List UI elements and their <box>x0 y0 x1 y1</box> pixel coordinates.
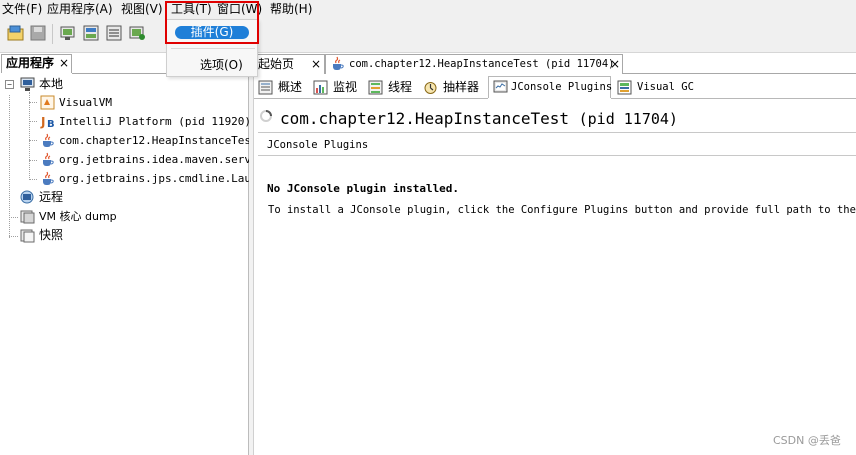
tree-label-intellij: IntelliJ Platform (pid 11920) <box>59 115 252 128</box>
tab-visual-gc[interactable]: Visual GC <box>617 78 697 97</box>
tree-label-remote: 远程 <box>39 190 64 204</box>
loading-spinner-icon <box>259 109 273 123</box>
monitor-chart-icon <box>313 80 328 95</box>
tab-visual-gc-label: Visual GC <box>637 81 694 93</box>
menu-help[interactable]: 帮助(H) <box>270 2 312 17</box>
tab-jconsole-plugins[interactable]: JConsole Plugins <box>488 76 613 98</box>
tree-node-core-dump[interactable]: VM 核心 dump <box>0 208 249 225</box>
java-cup-icon <box>40 171 55 186</box>
subtab-underline <box>254 98 488 99</box>
plugins-section-header: JConsole Plugins <box>258 132 856 156</box>
tree-label-visualvm: VisualVM <box>59 96 112 109</box>
heap-dump-icon[interactable] <box>82 24 100 42</box>
jconsole-icon <box>493 80 508 95</box>
install-instructions: To install a JConsole plugin, click the … <box>268 204 856 216</box>
tree-label-heapinstancetest: com.chapter12.HeapInstanceTest <box>59 134 258 147</box>
tab-threads[interactable]: 线程 <box>368 78 418 97</box>
tab-start-page[interactable]: 起始页 × <box>254 54 325 74</box>
view-tabs: 概述 监视 线程 抽样器 JConsole Plugins Visual GC <box>254 75 856 99</box>
tab-heapinstancetest[interactable]: com.chapter12.HeapInstanceTest (pid 1170… <box>325 54 623 74</box>
tree-label-local: 本地 <box>39 77 64 91</box>
menu-view[interactable]: 视图(V) <box>121 2 163 17</box>
tree-label-jps-launcher: org.jetbrains.jps.cmdline.Launcl <box>59 172 271 185</box>
tab-applications[interactable]: 应用程序 × <box>1 54 72 73</box>
thread-dump-icon[interactable] <box>105 24 123 42</box>
menu-bar: 文件(F) 应用程序(A) 视图(V) 工具(T) 窗口(W) 帮助(H) <box>0 0 856 19</box>
menu-application[interactable]: 应用程序(A) <box>47 2 113 17</box>
tree-node-maven-server[interactable]: org.jetbrains.idea.maven.server. <box>0 151 271 168</box>
java-cup-icon <box>40 152 55 167</box>
tree-label-maven-server: org.jetbrains.idea.maven.server. <box>59 153 271 166</box>
tree-node-jps-launcher[interactable]: org.jetbrains.jps.cmdline.Launcl <box>0 170 271 187</box>
java-icon: JB <box>40 114 55 130</box>
applications-panel: 应用程序 × − 本地 VisualVM JB IntelliJ Platfor… <box>0 53 271 455</box>
menu-file[interactable]: 文件(F) <box>2 2 42 17</box>
tab-jconsole-plugins-label: JConsole Plugins <box>511 81 613 93</box>
snapshot-icon <box>20 228 35 243</box>
collapse-toggle-icon[interactable]: − <box>5 80 14 89</box>
process-name: com.chapter12.HeapInstanceTest <box>280 109 569 128</box>
tab-overview[interactable]: 概述 <box>258 78 308 97</box>
tab-sampler-label: 抽样器 <box>443 80 480 94</box>
subtab-underline <box>611 98 856 99</box>
close-icon[interactable]: × <box>610 55 620 73</box>
plugins-section-label: JConsole Plugins <box>267 139 369 151</box>
toolbar-separator <box>52 24 53 44</box>
tab-sampler[interactable]: 抽样器 <box>423 78 485 97</box>
load-snapshot-icon[interactable] <box>7 24 25 42</box>
main-panel: 起始页 × com.chapter12.HeapInstanceTest (pi… <box>254 53 856 455</box>
visualvm-icon <box>40 95 55 110</box>
add-jmx-icon[interactable] <box>59 24 77 42</box>
overview-icon <box>258 80 273 95</box>
java-cup-icon <box>330 56 345 71</box>
tree-node-intellij[interactable]: JB IntelliJ Platform (pid 11920) <box>0 113 252 130</box>
tree-label-core-dump: VM 核心 dump <box>39 210 117 223</box>
tab-threads-label: 线程 <box>388 80 413 94</box>
tab-overview-label: 概述 <box>278 80 303 94</box>
java-cup-icon <box>40 133 55 148</box>
tab-monitor-label: 监视 <box>333 80 358 94</box>
tree-label-snapshots: 快照 <box>39 228 64 242</box>
toolbar <box>0 19 856 53</box>
svg-text:B: B <box>47 119 55 129</box>
save-icon[interactable] <box>29 24 47 42</box>
menu-item-options[interactable]: 选项(O) <box>200 58 243 72</box>
annotation-highlight-box <box>165 1 259 44</box>
core-dump-icon <box>20 209 35 224</box>
page-title: com.chapter12.HeapInstanceTest (pid 1170… <box>280 109 678 128</box>
computer-icon <box>20 77 35 92</box>
document-tabs: 起始页 × com.chapter12.HeapInstanceTest (pi… <box>254 53 856 74</box>
tree-node-local[interactable]: − 本地 <box>0 76 249 93</box>
tab-applications-label: 应用程序 <box>6 56 55 70</box>
svg-text:J: J <box>40 115 45 129</box>
close-icon[interactable]: × <box>311 55 321 73</box>
tree-node-snapshots[interactable]: 快照 <box>0 227 249 244</box>
tab-monitor[interactable]: 监视 <box>313 78 363 97</box>
add-remote-host-icon[interactable] <box>128 24 146 42</box>
tab-heapinstancetest-label: com.chapter12.HeapInstanceTest (pid 1170… <box>349 58 615 70</box>
process-pid: (pid 11704) <box>578 110 678 128</box>
close-icon[interactable]: × <box>59 55 69 72</box>
no-plugin-message: No JConsole plugin installed. <box>267 182 460 195</box>
threads-icon <box>368 80 383 95</box>
tree-node-visualvm[interactable]: VisualVM <box>0 94 249 111</box>
tree-node-remote[interactable]: 远程 <box>0 189 249 206</box>
menu-separator <box>171 48 255 49</box>
sampler-icon <box>423 80 438 95</box>
remote-host-icon <box>20 190 35 205</box>
watermark: CSDN @丢爸 <box>773 434 841 447</box>
visual-gc-icon <box>617 80 632 95</box>
tree-node-heapinstancetest[interactable]: com.chapter12.HeapInstanceTest <box>0 132 258 149</box>
tab-start-page-label: 起始页 <box>258 57 295 71</box>
